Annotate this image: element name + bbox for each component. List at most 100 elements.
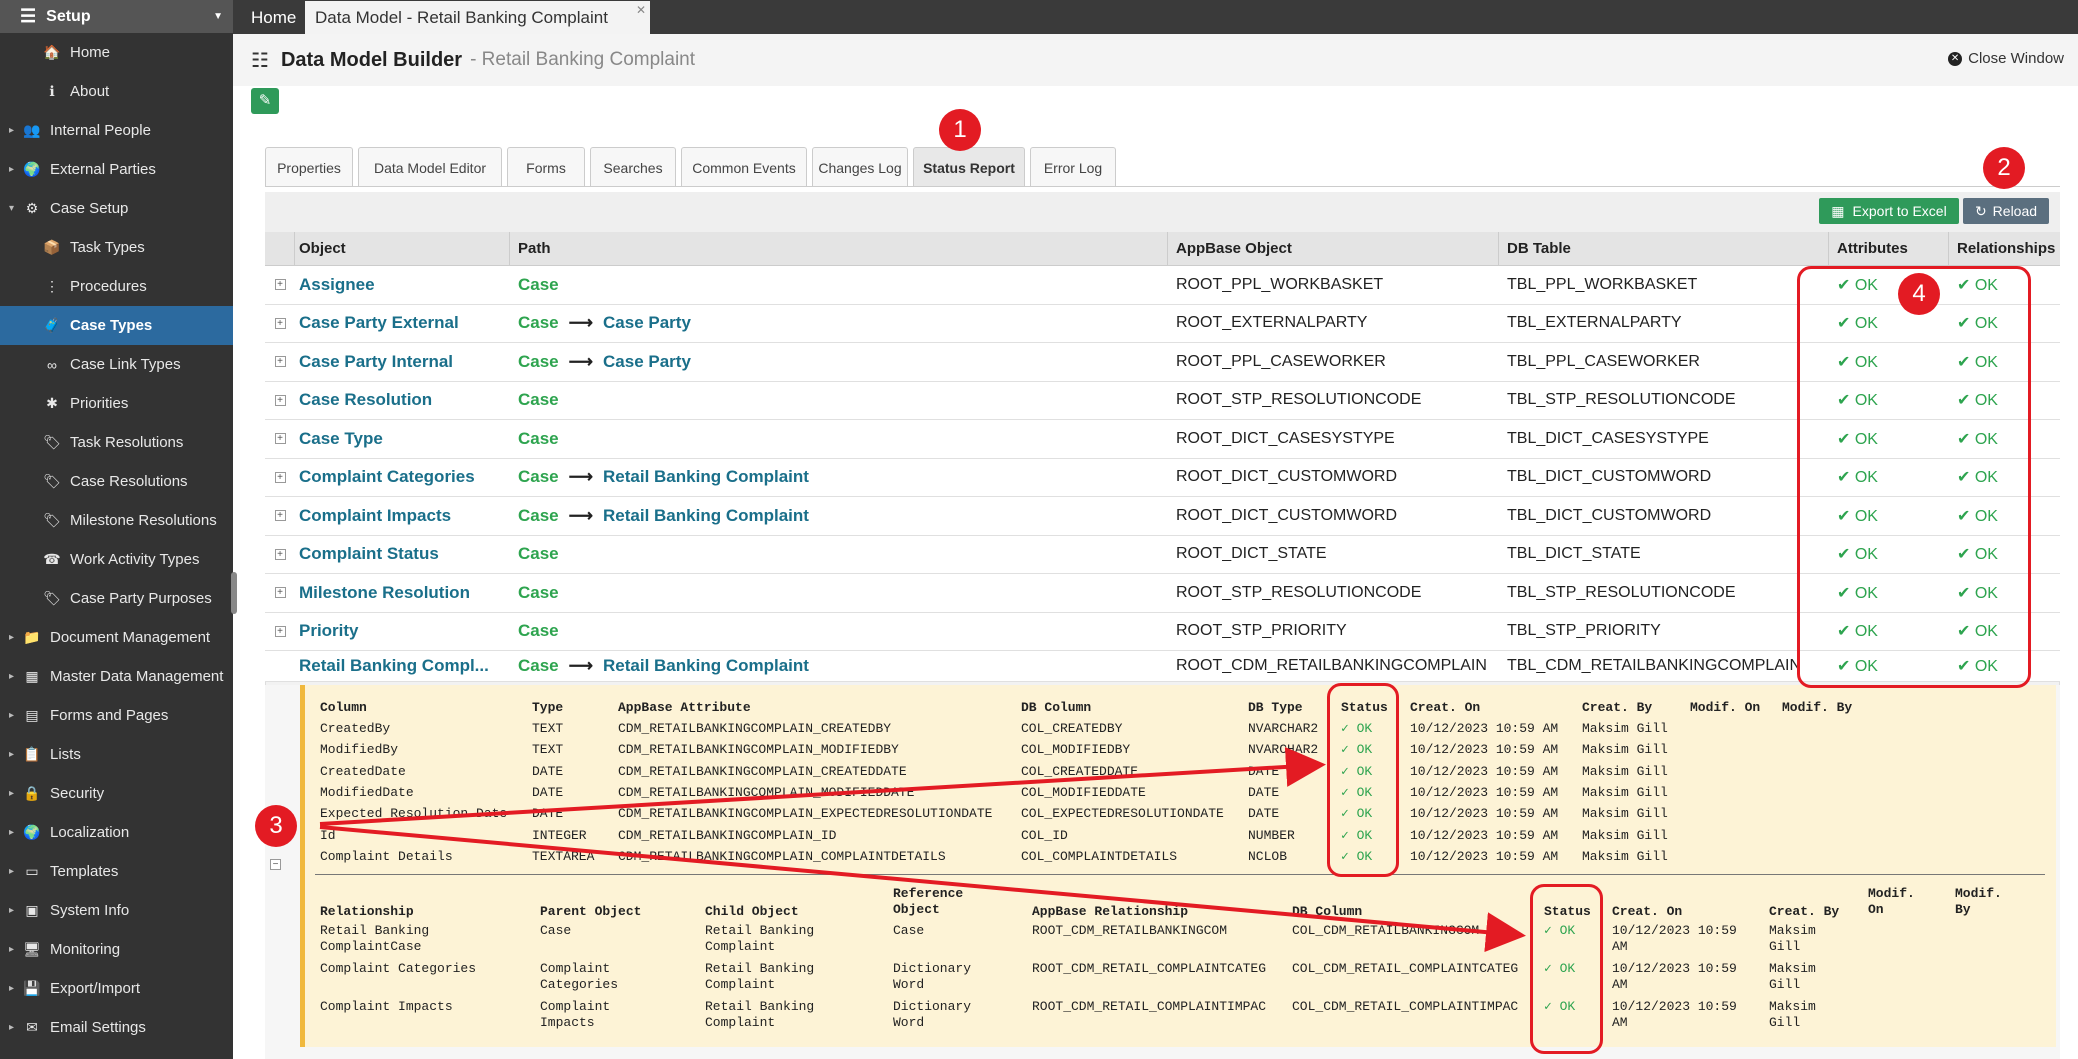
expand-cell[interactable]: + [265,356,295,368]
sidebar-item-system-info[interactable]: ▸ ▣ System Info [0,891,233,930]
path-root-link[interactable]: Case [518,621,559,640]
table-row[interactable]: + Complaint Status Case ROOT_DICT_STATE TBL_… [265,535,2060,574]
sidebar-item-templates[interactable]: ▸ ▭ Templates [0,852,233,891]
object-link[interactable]: Case Party Internal [295,352,510,372]
path-child-link[interactable]: Retail Banking Complaint [603,506,809,525]
tab-error-log[interactable]: Error Log [1030,147,1116,187]
table-row[interactable]: + Complaint Impacts Case ⟶ Retail Banking Co… [265,497,2060,536]
expand-cell[interactable]: + [265,394,295,406]
chevron-right-icon[interactable]: ▸ [9,632,14,643]
path-child-link[interactable]: Retail Banking Complaint [603,656,809,675]
sidebar-item-monitoring[interactable]: ▸ 🖥 Monitoring [0,930,233,969]
table-row[interactable]: + Assignee Case ROOT_PPL_WORKBASKET TBL_PPL_… [265,266,2060,305]
chevron-down-icon[interactable]: ▾ [9,203,14,214]
expand-row-icon[interactable]: + [274,625,286,637]
sidebar-item-case-party-purposes[interactable]: 🏷 Case Party Purposes [0,579,233,618]
expand-cell[interactable]: + [265,587,295,599]
sidebar-item-security[interactable]: ▸ 🔒 Security [0,774,233,813]
table-row[interactable]: + Priority Case ROOT_STP_PRIORITY TBL_STP_PR… [265,612,2060,651]
header-appbase-object[interactable]: AppBase Object [1168,232,1499,265]
expand-cell[interactable]: + [265,279,295,291]
expand-cell[interactable]: + [265,625,295,637]
sidebar-item-case-types[interactable]: 🧳 Case Types [0,306,233,345]
table-row[interactable]: + Case Type Case ROOT_DICT_CASESYSTYPE TBL_D… [265,420,2060,459]
chevron-right-icon[interactable]: ▸ [9,944,14,955]
sidebar-item-case-link-types[interactable]: ∞ Case Link Types [0,345,233,384]
edit-button[interactable]: ✎ [251,88,279,114]
path-root-link[interactable]: Case [518,390,559,409]
expand-row-icon[interactable]: + [274,356,286,368]
chevron-right-icon[interactable]: ▸ [9,164,14,175]
chevron-right-icon[interactable]: ▸ [9,671,14,682]
expand-row-icon[interactable]: + [274,433,286,445]
expand-cell[interactable]: + [265,317,295,329]
sidebar-item-email-settings[interactable]: ▸ ✉ Email Settings [0,1008,233,1047]
path-root-link[interactable]: Case [518,467,559,486]
export-to-excel-button[interactable]: ▦ Export to Excel [1819,198,1959,224]
header-path[interactable]: Path [510,232,1168,265]
table-row[interactable]: + Milestone Resolution Case ROOT_STP_RESOLU… [265,574,2060,613]
header-object[interactable]: Object [295,232,510,265]
expand-row-icon[interactable]: + [274,317,286,329]
object-link[interactable]: Priority [295,621,510,641]
path-root-link[interactable]: Case [518,506,559,525]
header-relationships[interactable]: Relationships [1949,232,2060,265]
object-link[interactable]: Case Type [295,429,510,449]
path-child-link[interactable]: Case Party [603,352,691,371]
tab-forms[interactable]: Forms [507,147,585,187]
expand-cell[interactable]: + [265,548,295,560]
tab-searches[interactable]: Searches [590,147,676,187]
sidebar-item-forms-and-pages[interactable]: ▸ ▤ Forms and Pages [0,696,233,735]
tab-changes-log[interactable]: Changes Log [812,147,908,187]
collapse-row-icon[interactable]: − [270,859,281,870]
sidebar-item-procedures[interactable]: ⋮ Procedures [0,267,233,306]
sidebar-item-export-import[interactable]: ▸ 💾 Export/Import [0,969,233,1008]
sidebar-item-document-management[interactable]: ▸ 📁 Document Management [0,618,233,657]
sidebar-resize-handle[interactable] [231,572,237,614]
expand-cell[interactable]: + [265,471,295,483]
chevron-right-icon[interactable]: ▸ [9,788,14,799]
close-tab-icon[interactable]: ✕ [636,3,646,17]
path-child-link[interactable]: Case Party [603,313,691,332]
chevron-right-icon[interactable]: ▸ [9,866,14,877]
sidebar-header[interactable]: ☰ Setup ▼ [0,0,233,33]
object-link[interactable]: Complaint Impacts [295,506,510,526]
expand-row-icon[interactable]: + [274,471,286,483]
sidebar-item-case-setup[interactable]: ▾ ⚙ Case Setup [0,189,233,228]
header-db-table[interactable]: DB Table [1499,232,1829,265]
path-child-link[interactable]: Retail Banking Complaint [603,467,809,486]
expand-row-icon[interactable]: + [274,548,286,560]
chevron-right-icon[interactable]: ▸ [9,905,14,916]
object-link[interactable]: Milestone Resolution [295,583,510,603]
reload-button[interactable]: ↻ Reload [1963,198,2049,224]
sidebar-item-case-resolutions[interactable]: 🏷 Case Resolutions [0,462,233,501]
sidebar-item-milestone-resolutions[interactable]: 🏷 Milestone Resolutions [0,501,233,540]
path-root-link[interactable]: Case [518,313,559,332]
chevron-right-icon[interactable]: ▸ [9,983,14,994]
caret-down-icon[interactable]: ▼ [213,11,223,22]
sidebar-item-task-resolutions[interactable]: 🏷 Task Resolutions [0,423,233,462]
table-row[interactable]: + Case Resolution Case ROOT_STP_RESOLUTIONC… [265,381,2060,420]
sidebar-item-priorities[interactable]: ✱ Priorities [0,384,233,423]
object-link[interactable]: Case Resolution [295,390,510,410]
sidebar-item-task-types[interactable]: 📦 Task Types [0,228,233,267]
table-row[interactable]: + Complaint Categories Case ⟶ Retail Banking… [265,458,2060,497]
expand-cell[interactable]: + [265,510,295,522]
table-row[interactable]: + Case Party Internal Case ⟶ Case Party ROOT_… [265,343,2060,382]
header-attributes[interactable]: Attributes [1829,232,1949,265]
expand-row-icon[interactable]: + [274,394,286,406]
object-link[interactable]: Complaint Status [295,544,510,564]
path-root-link[interactable]: Case [518,656,559,675]
path-root-link[interactable]: Case [518,352,559,371]
tab-common-events[interactable]: Common Events [681,147,807,187]
sidebar-item-internal-people[interactable]: ▸ 👥 Internal People [0,111,233,150]
tab-data-model-editor[interactable]: Data Model Editor [358,147,502,187]
chevron-right-icon[interactable]: ▸ [9,749,14,760]
object-link[interactable]: Complaint Categories [295,467,510,487]
close-window-button[interactable]: ✕ Close Window [1948,50,2064,67]
tab-properties[interactable]: Properties [265,147,353,187]
hamburger-icon[interactable]: ☰ [20,6,36,27]
path-root-link[interactable]: Case [518,429,559,448]
object-link[interactable]: Case Party External [295,313,510,333]
table-row[interactable]: Retail Banking Compl... Case ⟶ Retail Banki… [265,651,2060,682]
